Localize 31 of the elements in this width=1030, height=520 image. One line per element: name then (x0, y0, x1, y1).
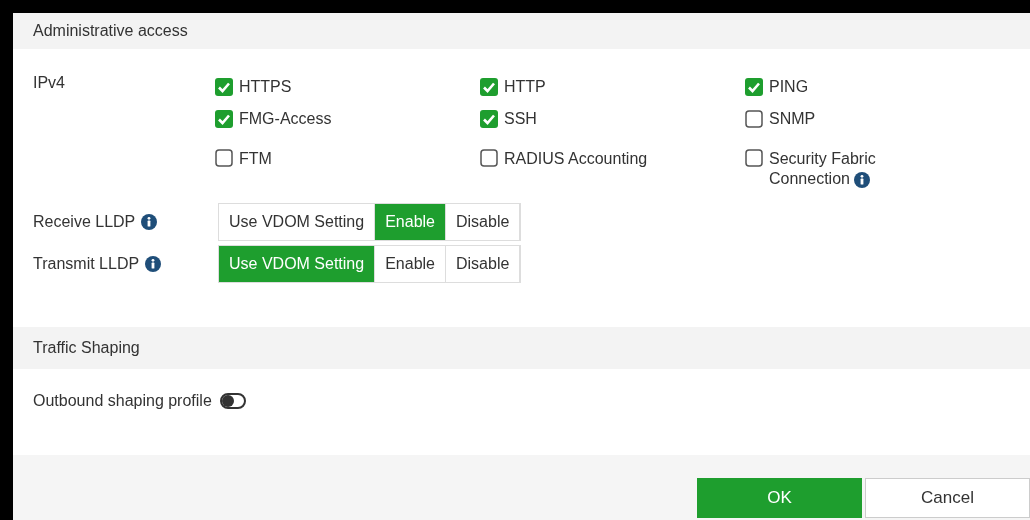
checkbox[interactable] (480, 110, 498, 128)
info-icon (141, 214, 158, 230)
segment-option[interactable]: Use VDOM Setting (219, 246, 376, 282)
checkbox[interactable] (745, 110, 763, 128)
cancel-button[interactable]: Cancel (865, 478, 1030, 518)
info-icon (145, 256, 162, 272)
option-label: HTTP (504, 77, 546, 97)
option-label: PING (769, 77, 809, 97)
checkbox[interactable] (480, 78, 498, 96)
option-label: RADIUS Accounting (504, 149, 648, 169)
section-title: Administrative access (33, 21, 188, 41)
segment-option[interactable]: Enable (375, 204, 446, 240)
field-label: Transmit LLDP (33, 254, 140, 274)
checkbox[interactable] (215, 78, 233, 96)
checkbox[interactable] (745, 149, 763, 167)
option-label: FTM (239, 149, 272, 169)
option-label: FMG-Access (239, 109, 332, 129)
checkbox[interactable] (215, 110, 233, 128)
checkbox[interactable] (215, 149, 233, 167)
ok-button[interactable]: OK (697, 478, 862, 518)
option-label: SNMP (769, 109, 816, 129)
toggle-switch[interactable] (219, 393, 246, 409)
checkbox[interactable] (745, 78, 763, 96)
field-label: Receive LLDP (33, 212, 136, 232)
checkbox[interactable] (480, 149, 498, 167)
field-label: IPv4 (33, 73, 66, 93)
option-label: SSH (504, 109, 537, 129)
option-label: HTTPS (239, 77, 292, 97)
field-label: Outbound shaping profile (33, 391, 212, 411)
option-label: Security Fabric Connection (769, 149, 877, 189)
section-title: Traffic Shaping (33, 338, 140, 358)
